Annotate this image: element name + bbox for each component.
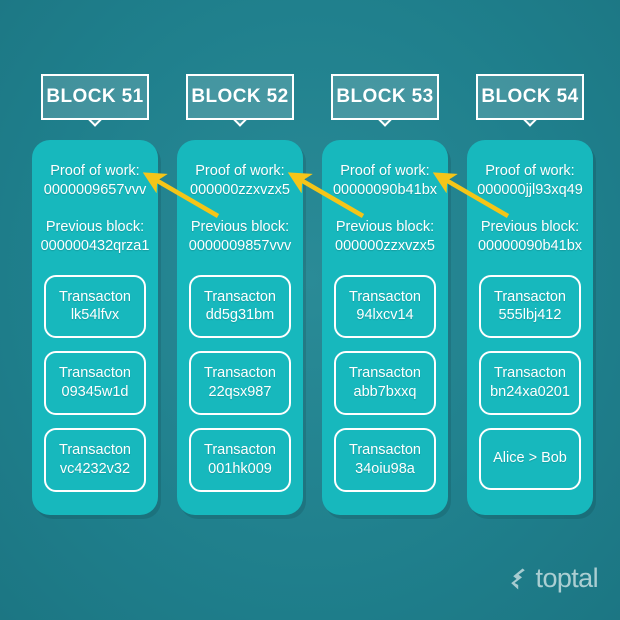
transaction-id: vc4232v32 bbox=[59, 460, 131, 477]
transaction-label: Alice > Bob bbox=[493, 450, 567, 467]
block-card-51: Proof of work: 0000009657vvv Previous bl… bbox=[32, 140, 158, 515]
transaction-label: Transacton bbox=[204, 365, 276, 382]
transaction-item[interactable]: Transacton 001hk009 bbox=[189, 427, 291, 492]
transaction-id: abb7bxxq bbox=[353, 384, 417, 401]
proof-of-work-label: Proof of work: bbox=[485, 163, 575, 179]
transaction-label: Transacton bbox=[349, 288, 421, 305]
transaction-id: 555lbj412 bbox=[498, 307, 562, 324]
proof-of-work-value: 00000090b41bx bbox=[332, 182, 438, 199]
block-header-badge-51: BLOCK 51 bbox=[41, 74, 149, 120]
transaction-item[interactable]: Transacton 09345w1d bbox=[44, 351, 146, 415]
previous-block-value: 000000zzxvzx5 bbox=[335, 238, 435, 255]
transaction-id: bn24xa0201 bbox=[490, 384, 570, 401]
previous-block-field: Previous block: 000000432qrza1 bbox=[32, 218, 158, 256]
proof-of-work-field: Proof of work: 000000jjl93xq49 bbox=[467, 162, 593, 200]
proof-of-work-value: 000000zzxvzx5 bbox=[190, 182, 290, 199]
transaction-item[interactable]: Transacton 34oiu98a bbox=[334, 427, 436, 492]
previous-block-value: 00000090b41bx bbox=[477, 238, 583, 255]
block-header-badge-53: BLOCK 53 bbox=[331, 74, 439, 120]
transaction-list: Transacton dd5g31bm Transacton 22qsx987 … bbox=[177, 274, 303, 492]
transaction-id: 34oiu98a bbox=[355, 460, 415, 477]
diagram-canvas: BLOCK 51 BLOCK 52 BLOCK 53 BLOCK 54 Proo… bbox=[0, 0, 620, 620]
previous-block-value: 0000009857vvv bbox=[188, 238, 292, 255]
transaction-label: Transacton bbox=[494, 365, 566, 382]
proof-of-work-field: Proof of work: 000000zzxvzx5 bbox=[177, 162, 303, 200]
proof-of-work-label: Proof of work: bbox=[340, 163, 430, 179]
transaction-label: Transacton bbox=[494, 288, 566, 305]
transaction-item[interactable]: Transacton 22qsx987 bbox=[189, 351, 291, 415]
transaction-item[interactable]: Transacton bn24xa0201 bbox=[479, 351, 581, 415]
previous-block-label: Previous block: bbox=[190, 219, 290, 236]
previous-block-label: Previous block: bbox=[480, 219, 580, 236]
proof-of-work-value: 000000jjl93xq49 bbox=[477, 182, 583, 199]
previous-block-label: Previous block: bbox=[45, 219, 145, 236]
transaction-label: Transacton bbox=[349, 365, 421, 382]
badge-pointer-icon bbox=[372, 118, 398, 133]
block-header-badge-54: BLOCK 54 bbox=[476, 74, 584, 120]
proof-of-work-label: Proof of work: bbox=[195, 163, 285, 179]
previous-block-label: Previous block: bbox=[335, 219, 435, 236]
transaction-item[interactable]: Transacton abb7bxxq bbox=[334, 351, 436, 415]
toptal-logo: toptal bbox=[510, 563, 599, 593]
transaction-list: Transacton 94lxcv14 Transacton abb7bxxq … bbox=[322, 274, 448, 492]
transaction-id: 22qsx987 bbox=[208, 384, 272, 401]
badge-pointer-icon bbox=[82, 118, 108, 133]
transaction-item[interactable]: Alice > Bob bbox=[479, 427, 581, 490]
transaction-list: Transacton 555lbj412 Transacton bn24xa02… bbox=[467, 274, 593, 490]
badge-pointer-icon bbox=[227, 118, 253, 133]
block-title: BLOCK 51 bbox=[46, 86, 144, 107]
proof-of-work-label: Proof of work: bbox=[50, 163, 140, 179]
transaction-label: Transacton bbox=[59, 441, 131, 458]
badge-pointer-icon bbox=[517, 118, 543, 133]
proof-of-work-field: Proof of work: 00000090b41bx bbox=[322, 162, 448, 200]
transaction-list: Transacton lk54lfvx Transacton 09345w1d … bbox=[32, 274, 158, 492]
transaction-item[interactable]: Transacton dd5g31bm bbox=[189, 274, 291, 339]
transaction-item[interactable]: Transacton lk54lfvx bbox=[44, 274, 146, 339]
previous-block-field: Previous block: 0000009857vvv bbox=[177, 218, 303, 256]
transaction-id: 001hk009 bbox=[208, 460, 272, 477]
block-card-52: Proof of work: 000000zzxvzx5 Previous bl… bbox=[177, 140, 303, 515]
toptal-mark-icon bbox=[510, 568, 525, 589]
transaction-label: Transacton bbox=[204, 441, 276, 458]
previous-block-field: Previous block: 00000090b41bx bbox=[467, 218, 593, 256]
previous-block-field: Previous block: 000000zzxvzx5 bbox=[322, 218, 448, 256]
block-title: BLOCK 52 bbox=[191, 86, 289, 107]
block-title: BLOCK 53 bbox=[336, 86, 434, 107]
block-header-badge-52: BLOCK 52 bbox=[186, 74, 294, 120]
transaction-item[interactable]: Transacton 94lxcv14 bbox=[334, 274, 436, 339]
proof-of-work-value: 0000009657vvv bbox=[43, 182, 147, 199]
transaction-label: Transacton bbox=[59, 288, 131, 305]
transaction-id: 09345w1d bbox=[61, 384, 129, 401]
transaction-id: 94lxcv14 bbox=[356, 307, 414, 324]
transaction-label: Transacton bbox=[349, 441, 421, 458]
toptal-wordmark: toptal bbox=[535, 563, 599, 593]
transaction-item[interactable]: Transacton vc4232v32 bbox=[44, 427, 146, 492]
transaction-item[interactable]: Transacton 555lbj412 bbox=[479, 274, 581, 339]
previous-block-value: 000000432qrza1 bbox=[40, 238, 150, 255]
block-title: BLOCK 54 bbox=[481, 86, 579, 107]
transaction-id: dd5g31bm bbox=[205, 307, 275, 324]
transaction-id: lk54lfvx bbox=[70, 307, 120, 324]
transaction-label: Transacton bbox=[204, 288, 276, 305]
block-card-53: Proof of work: 00000090b41bx Previous bl… bbox=[322, 140, 448, 515]
proof-of-work-field: Proof of work: 0000009657vvv bbox=[32, 162, 158, 200]
transaction-label: Transacton bbox=[59, 365, 131, 382]
block-card-54: Proof of work: 000000jjl93xq49 Previous … bbox=[467, 140, 593, 515]
